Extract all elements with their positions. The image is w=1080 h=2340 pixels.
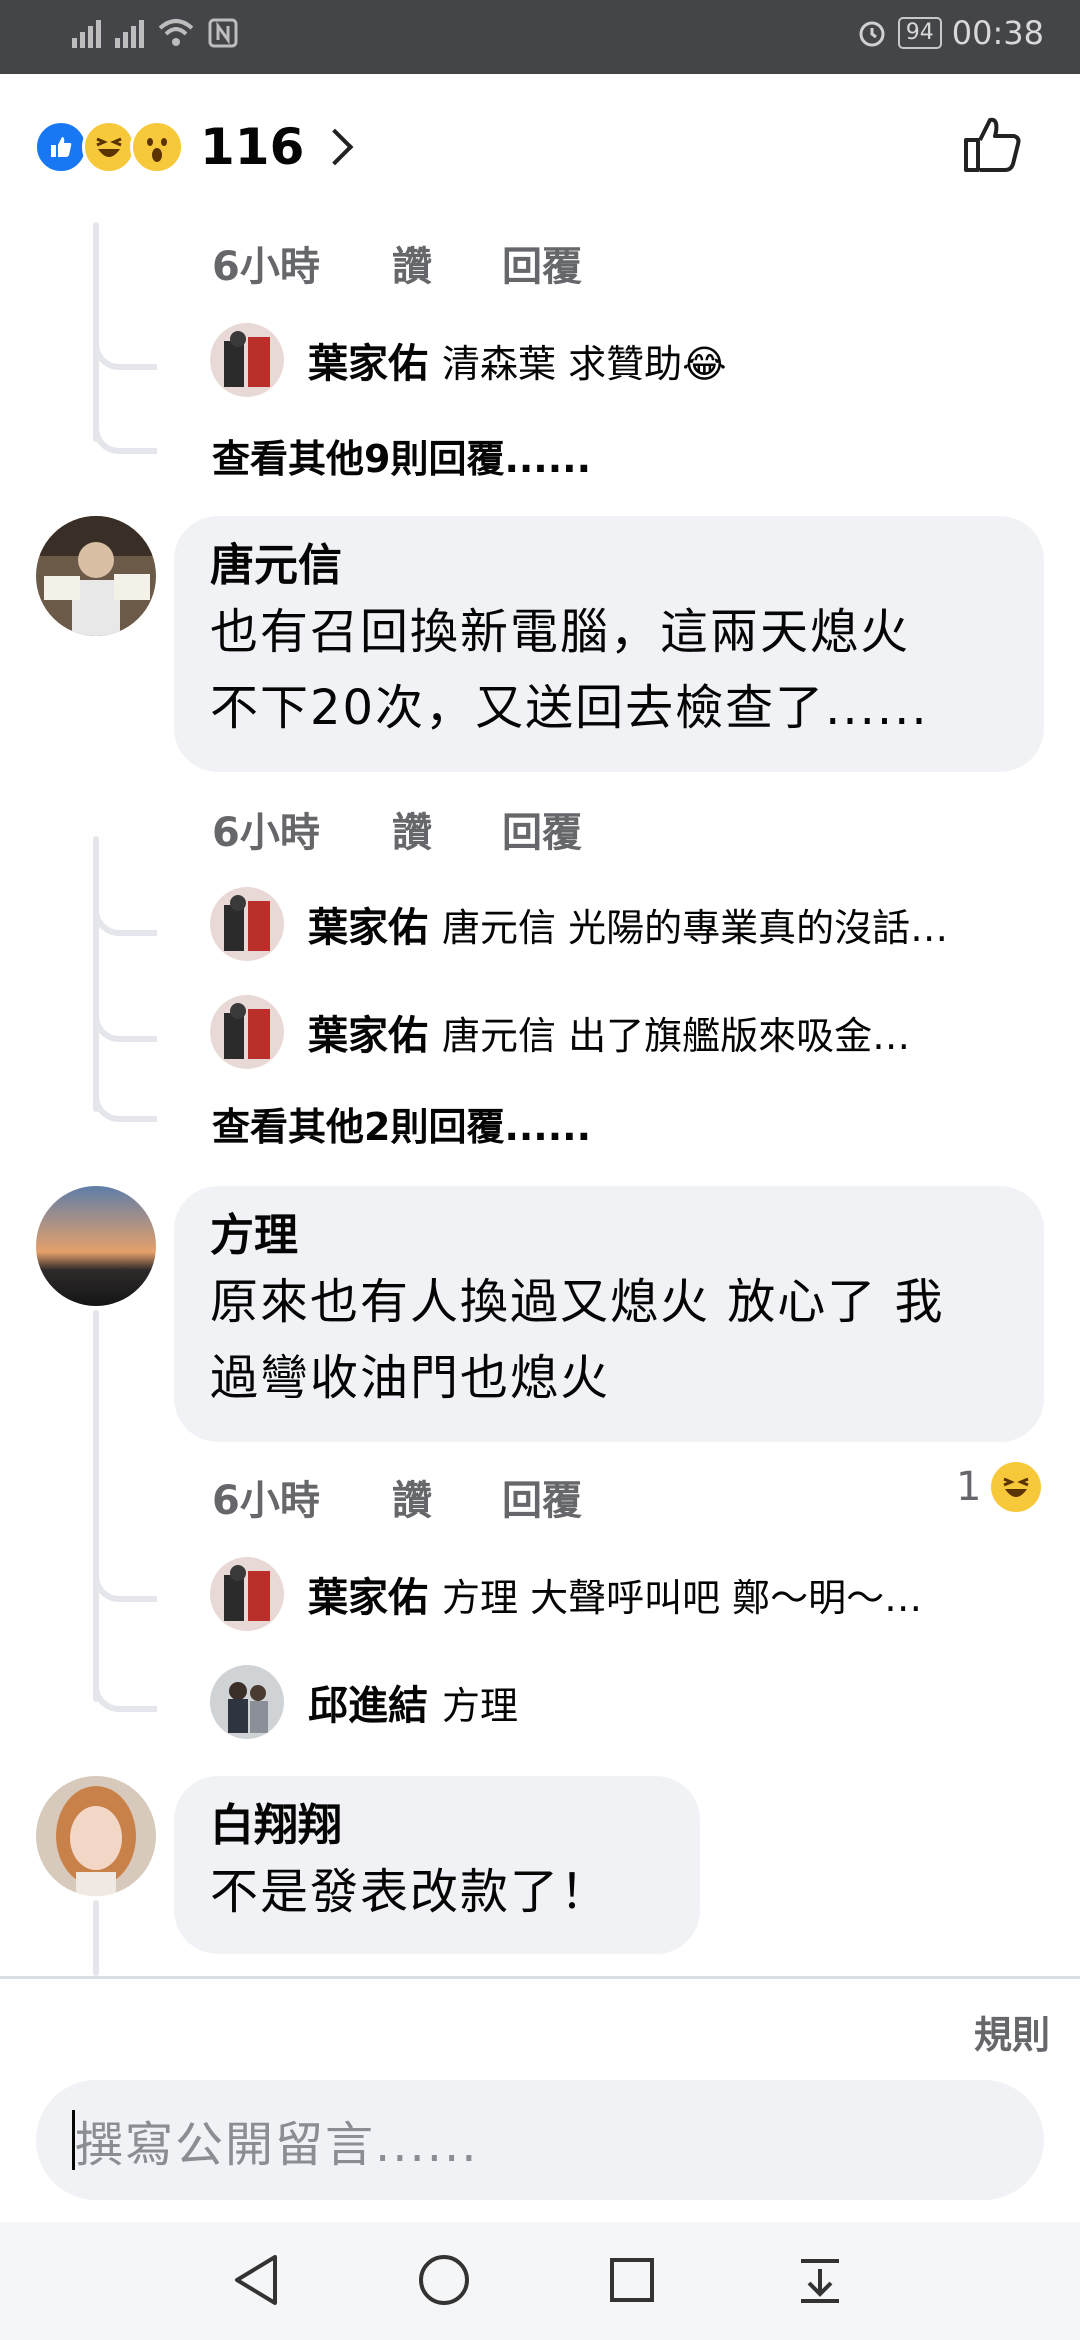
signal-icon xyxy=(72,18,101,48)
comment-time[interactable]: 6小時 xyxy=(212,234,392,292)
comment-bubble[interactable]: 唐元信 也有召回換新電腦，這兩天熄火 不下20次，又送回去檢查了...... xyxy=(174,516,1044,772)
thread-branch xyxy=(93,1080,157,1122)
reply-link[interactable]: 回覆 xyxy=(502,234,582,292)
reply-item[interactable]: 葉家佑 清森葉 求贊助😂 xyxy=(210,322,726,398)
reply-item[interactable]: 葉家佑 方理 大聲呼叫吧 鄭～明～… xyxy=(210,1556,1044,1632)
thread-line xyxy=(93,1900,99,1976)
like-link[interactable]: 讚 xyxy=(392,1468,502,1526)
reply-item[interactable]: 葉家佑 唐元信 光陽的專業真的沒話… xyxy=(210,886,1044,962)
alarm-icon xyxy=(859,21,885,47)
rules-link[interactable]: 規則 xyxy=(974,2004,1050,2059)
avatar[interactable] xyxy=(210,323,284,397)
reply-text: 唐元信 光陽的專業真的沒話… xyxy=(442,905,949,950)
haha-icon xyxy=(82,120,136,174)
comment-text-line: 過彎收油門也熄火 xyxy=(210,1350,611,1406)
comment-text-line: 也有召回換新電腦，這兩天熄火 xyxy=(210,604,911,660)
haha-icon xyxy=(991,1462,1042,1512)
divider xyxy=(0,1976,1080,1979)
wifi-icon xyxy=(158,19,194,46)
wow-icon xyxy=(130,120,184,174)
reaction-count: 116 xyxy=(200,118,305,176)
reply-text: 方理 大聲呼叫吧 鄭～明～… xyxy=(442,1575,923,1620)
signal-icon-2 xyxy=(115,18,144,48)
clock: 00:38 xyxy=(951,14,1044,52)
reply-author[interactable]: 葉家佑 xyxy=(308,331,428,389)
home-button[interactable] xyxy=(414,2250,474,2310)
reply-link[interactable]: 回覆 xyxy=(502,800,582,858)
comment-text-line: 原來也有人換過又熄火 放心了 我 xyxy=(210,1274,945,1330)
comment-text-line: 不下20次，又送回去檢查了...... xyxy=(210,680,929,736)
back-button[interactable] xyxy=(226,2250,286,2310)
comment-author[interactable]: 白翔翔 xyxy=(210,1798,664,1854)
thread-branch xyxy=(93,894,157,936)
reply-author[interactable]: 葉家佑 xyxy=(308,1565,428,1623)
reply-item[interactable]: 葉家佑 唐元信 出了旗艦版來吸金… xyxy=(210,994,1044,1070)
reaction-count: 1 xyxy=(956,1464,982,1510)
comment-bubble[interactable]: 方理 原來也有人換過又熄火 放心了 我 過彎收油門也熄火 xyxy=(174,1186,1044,1442)
avatar[interactable] xyxy=(36,1186,156,1306)
avatar[interactable] xyxy=(210,1557,284,1631)
reply-text: 唐元信 出了旗艦版來吸金… xyxy=(442,1013,911,1058)
avatar[interactable] xyxy=(210,887,284,961)
thread-branch xyxy=(93,1670,157,1712)
thread-line xyxy=(93,836,99,1112)
like-button[interactable] xyxy=(960,112,1024,180)
back-triangle-icon xyxy=(235,2255,277,2305)
thread-branch xyxy=(93,1000,157,1042)
comment-author[interactable]: 唐元信 xyxy=(210,538,1008,594)
comment-reaction-count[interactable]: 1 xyxy=(956,1462,1042,1512)
view-more-replies[interactable]: 查看其他9則回覆...... xyxy=(212,428,591,483)
comment-meta: 6小時 讚 回覆 xyxy=(212,1468,582,1526)
pull-down-icon xyxy=(801,2259,839,2303)
comment-meta: 6小時 讚 回覆 xyxy=(212,800,582,858)
avatar[interactable] xyxy=(36,1776,156,1896)
avatar[interactable] xyxy=(36,516,156,636)
comment-bubble[interactable]: 白翔翔 不是發表改款了！ xyxy=(174,1776,700,1954)
reply-author[interactable]: 邱進結 xyxy=(308,1673,428,1731)
comment-input[interactable]: 撰寫公開留言...... xyxy=(36,2080,1044,2200)
thread-branch xyxy=(93,412,157,454)
avatar[interactable] xyxy=(210,1665,284,1739)
reply-item[interactable]: 邱進結 方理 xyxy=(210,1664,1044,1740)
reply-text: 清森葉 求贊助😂 xyxy=(442,341,727,386)
comment-time[interactable]: 6小時 xyxy=(212,800,392,858)
recents-button[interactable] xyxy=(602,2250,662,2310)
thread-line xyxy=(93,1310,99,1702)
chevron-right-icon xyxy=(316,128,354,166)
like-link[interactable]: 讚 xyxy=(392,234,502,292)
recents-square-icon xyxy=(610,2258,654,2302)
comment-text-line: 不是發表改款了！ xyxy=(210,1864,611,1920)
reply-author[interactable]: 葉家佑 xyxy=(308,1003,428,1061)
thumbs-up-icon xyxy=(964,117,1021,172)
status-bar: 94 00:38 xyxy=(0,0,1080,74)
comment-meta: 6小時 讚 回覆 xyxy=(212,234,582,292)
reply-link[interactable]: 回覆 xyxy=(502,1468,582,1526)
reply-text: 方理 xyxy=(442,1683,519,1728)
reply-author[interactable]: 葉家佑 xyxy=(308,895,428,953)
avatar[interactable] xyxy=(210,995,284,1069)
like-icon xyxy=(34,120,88,174)
thread-branch xyxy=(93,328,157,370)
notification-pull-button[interactable] xyxy=(790,2250,850,2310)
comment-author[interactable]: 方理 xyxy=(210,1208,1008,1264)
like-link[interactable]: 讚 xyxy=(392,800,502,858)
navigation-bar xyxy=(0,2222,1080,2340)
reactions-summary[interactable]: 116 xyxy=(34,118,354,176)
view-more-replies[interactable]: 查看其他2則回覆...... xyxy=(212,1096,591,1151)
comment-input-placeholder: 撰寫公開留言...... xyxy=(75,2117,479,2173)
home-circle-icon xyxy=(419,2255,469,2305)
thread-branch xyxy=(93,1560,157,1602)
nfc-icon xyxy=(208,18,238,48)
battery-level: 94 xyxy=(897,17,942,49)
comment-time[interactable]: 6小時 xyxy=(212,1468,392,1526)
